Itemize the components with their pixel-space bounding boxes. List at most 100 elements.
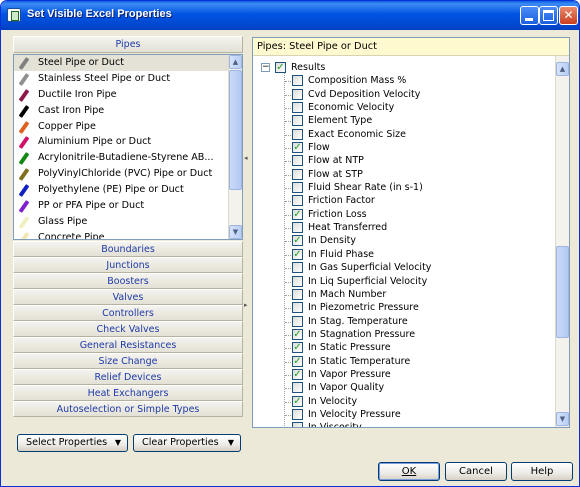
property-checkbox[interactable]: ✓: [292, 208, 303, 220]
property-checkbox[interactable]: ✓: [292, 342, 303, 354]
property-checkbox[interactable]: [292, 302, 303, 314]
property-checkbox[interactable]: [292, 315, 303, 327]
property-row[interactable]: In Piezometric Pressure: [253, 301, 569, 314]
pipe-list-scrollbar[interactable]: ▲ ▼: [228, 55, 242, 239]
property-row[interactable]: In Vapor Quality: [253, 381, 569, 394]
pipe-list-item[interactable]: Cast Iron Pipe: [14, 103, 242, 119]
section-heat-exchangers[interactable]: Heat Exchangers: [13, 385, 243, 401]
pipe-list-item[interactable]: Copper Pipe: [14, 119, 242, 135]
section-autoselection-or-simple-types[interactable]: Autoselection or Simple Types: [13, 401, 243, 417]
pipe-list-item[interactable]: Aluminium Pipe or Duct: [14, 134, 242, 150]
property-checkbox[interactable]: [292, 75, 303, 87]
property-row[interactable]: Flow at STP: [253, 168, 569, 181]
property-row[interactable]: In Liq Superficial Velocity: [253, 275, 569, 288]
pipe-list-item[interactable]: Polyethylene (PE) Pipe or Duct: [14, 182, 242, 198]
property-checkbox[interactable]: ✓: [292, 368, 303, 380]
property-checkbox[interactable]: [292, 422, 303, 427]
property-row[interactable]: ✓ Friction Loss: [253, 208, 569, 221]
scroll-down-button[interactable]: ▼: [229, 225, 242, 239]
section-check-valves[interactable]: Check Valves: [13, 321, 243, 337]
property-row[interactable]: ✓ In Stagnation Pressure: [253, 328, 569, 341]
property-checkbox[interactable]: [292, 262, 303, 274]
pipe-list-item[interactable]: Glass Pipe: [14, 214, 242, 230]
property-row[interactable]: In Viscosity: [253, 421, 569, 427]
section-junctions[interactable]: Junctions: [13, 257, 243, 273]
pipe-list-item[interactable]: Steel Pipe or Duct: [14, 55, 228, 71]
section-general-resistances[interactable]: General Resistances: [13, 337, 243, 353]
property-checkbox[interactable]: ✓: [292, 142, 303, 154]
property-checkbox[interactable]: ✓: [292, 328, 303, 340]
section-controllers[interactable]: Controllers: [13, 305, 243, 321]
property-checkbox[interactable]: ✓: [292, 355, 303, 367]
property-row[interactable]: ✓ In Fluid Phase: [253, 248, 569, 261]
property-row[interactable]: Friction Factor: [253, 194, 569, 207]
property-checkbox[interactable]: ✓: [292, 235, 303, 247]
section-size-change[interactable]: Size Change: [13, 353, 243, 369]
property-row[interactable]: Element Type: [253, 114, 569, 127]
scroll-thumb[interactable]: [556, 246, 569, 338]
property-checkbox[interactable]: [292, 288, 303, 300]
tree-scrollbar[interactable]: ▲ ▼: [555, 56, 569, 427]
pipe-list-item[interactable]: PP or PFA Pipe or Duct: [14, 198, 242, 214]
section-boosters[interactable]: Boosters: [13, 273, 243, 289]
property-row[interactable]: ✓ Flow: [253, 141, 569, 154]
property-row[interactable]: ✓ In Density: [253, 234, 569, 247]
property-row[interactable]: ✓ In Velocity: [253, 395, 569, 408]
property-row[interactable]: In Stag. Temperature: [253, 315, 569, 328]
close-button[interactable]: ✕: [559, 6, 578, 25]
property-checkbox[interactable]: [292, 182, 303, 194]
select-properties-button[interactable]: Select Properties ▼: [17, 434, 128, 452]
cancel-button[interactable]: Cancel: [445, 462, 507, 481]
property-checkbox[interactable]: [292, 222, 303, 234]
property-row[interactable]: Heat Transferred: [253, 221, 569, 234]
scroll-thumb[interactable]: [229, 70, 242, 190]
property-checkbox[interactable]: [292, 102, 303, 114]
section-relief-devices[interactable]: Relief Devices: [13, 369, 243, 385]
section-valves[interactable]: Valves: [13, 289, 243, 305]
property-row[interactable]: Fluid Shear Rate (in s-1): [253, 181, 569, 194]
property-checkbox[interactable]: [292, 275, 303, 287]
panel-splitter[interactable]: ◂ ▸: [244, 36, 250, 454]
property-checkbox[interactable]: [292, 168, 303, 180]
pipe-list-item[interactable]: Stainless Steel Pipe or Duct: [14, 71, 242, 87]
property-checkbox[interactable]: ✓: [292, 395, 303, 407]
title-bar[interactable]: Set Visible Excel Properties ✕: [1, 1, 579, 30]
collapse-left-icon[interactable]: ◂: [244, 154, 248, 162]
scroll-up-button[interactable]: ▲: [229, 55, 242, 69]
property-row[interactable]: Cvd Deposition Velocity: [253, 88, 569, 101]
tree-root[interactable]: − ✓ Results: [253, 61, 569, 74]
pipe-list-item[interactable]: Acrylonitrile-Butadiene-Styrene AB...: [14, 150, 242, 166]
property-checkbox[interactable]: [292, 88, 303, 100]
maximize-button[interactable]: [539, 6, 558, 25]
properties-tree[interactable]: − ✓ Results Composition Mass % Cvd Deposi…: [253, 56, 569, 427]
pipe-type-list[interactable]: Steel Pipe or Duct Stainless Steel Pipe o…: [13, 54, 243, 240]
property-checkbox[interactable]: [292, 155, 303, 167]
pipe-list-item[interactable]: Concrete Pipe: [14, 230, 242, 239]
property-row[interactable]: Flow at NTP: [253, 154, 569, 167]
property-checkbox[interactable]: [292, 115, 303, 127]
pipe-list-item[interactable]: Ductile Iron Pipe: [14, 87, 242, 103]
minimize-button[interactable]: [520, 6, 539, 25]
clear-properties-button[interactable]: Clear Properties ▼: [133, 434, 241, 452]
scroll-up-button[interactable]: ▲: [556, 62, 569, 76]
property-row[interactable]: In Velocity Pressure: [253, 408, 569, 421]
property-checkbox[interactable]: [292, 195, 303, 207]
property-row[interactable]: ✓ In Vapor Pressure: [253, 368, 569, 381]
expand-right-icon[interactable]: ▸: [244, 301, 248, 309]
section-boundaries[interactable]: Boundaries: [13, 241, 243, 257]
property-checkbox[interactable]: [292, 128, 303, 140]
property-row[interactable]: Composition Mass %: [253, 74, 569, 87]
section-pipes[interactable]: Pipes: [13, 36, 243, 53]
scroll-down-button[interactable]: ▼: [556, 412, 569, 426]
property-row[interactable]: In Gas Superficial Velocity: [253, 261, 569, 274]
property-row[interactable]: Economic Velocity: [253, 101, 569, 114]
results-checkbox[interactable]: ✓: [275, 62, 286, 73]
pipe-list-item[interactable]: PolyVinylChloride (PVC) Pipe or Duct: [14, 166, 242, 182]
property-row[interactable]: In Mach Number: [253, 288, 569, 301]
property-row[interactable]: ✓ In Static Pressure: [253, 341, 569, 354]
ok-button[interactable]: OK: [378, 462, 440, 481]
property-row[interactable]: ✓ In Static Temperature: [253, 355, 569, 368]
property-checkbox[interactable]: ✓: [292, 248, 303, 260]
property-row[interactable]: Exact Economic Size: [253, 128, 569, 141]
property-checkbox[interactable]: [292, 408, 303, 420]
